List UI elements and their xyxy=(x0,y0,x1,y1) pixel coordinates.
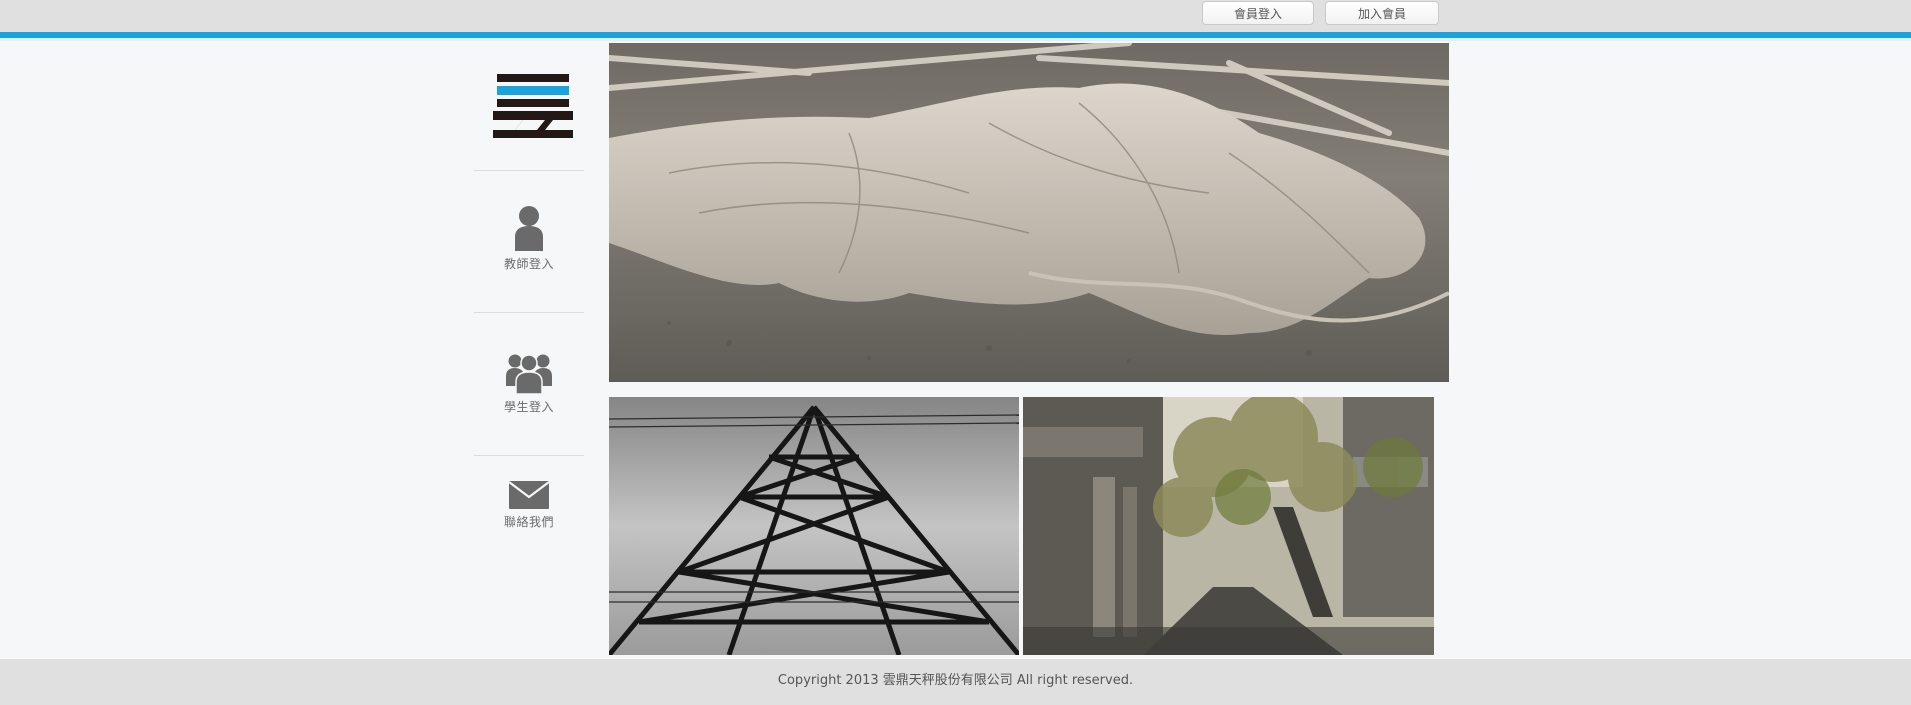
join-member-button[interactable]: 加入會員 xyxy=(1325,1,1439,25)
company-logo[interactable] xyxy=(493,74,573,138)
sidebar-divider xyxy=(474,170,584,171)
power-tower-photo[interactable] xyxy=(609,397,1019,655)
sidebar-item-contact-us[interactable]: 聯絡我們 xyxy=(474,481,584,530)
driftwood-photo[interactable] xyxy=(609,43,1449,382)
top-accent-highlight xyxy=(0,38,1911,41)
sidebar-item-label: 學生登入 xyxy=(503,400,554,414)
sidebar-item-student-login[interactable]: 學生登入 xyxy=(474,352,584,415)
envelope-icon xyxy=(509,481,549,509)
sidebar-item-teacher-login[interactable]: 教師登入 xyxy=(474,205,584,272)
person-icon xyxy=(515,206,543,251)
building-alley-illustration xyxy=(1023,397,1434,655)
sidebar-item-label: 教師登入 xyxy=(503,257,554,271)
group-icon xyxy=(506,354,552,394)
sidebar-divider xyxy=(474,312,584,313)
building-alley-photo[interactable] xyxy=(1023,397,1434,655)
driftwood-illustration xyxy=(609,43,1449,382)
sidebar-item-label: 聯絡我們 xyxy=(503,515,554,529)
member-login-button[interactable]: 會員登入 xyxy=(1202,1,1314,25)
footer: Copyright 2013 雲鼎天秤股份有限公司 All right rese… xyxy=(0,659,1911,705)
top-bar: 會員登入 加入會員 xyxy=(0,0,1911,32)
power-tower-illustration xyxy=(609,397,1019,655)
sidebar-divider xyxy=(474,455,584,456)
copyright-text: Copyright 2013 雲鼎天秤股份有限公司 All right rese… xyxy=(777,673,1134,688)
